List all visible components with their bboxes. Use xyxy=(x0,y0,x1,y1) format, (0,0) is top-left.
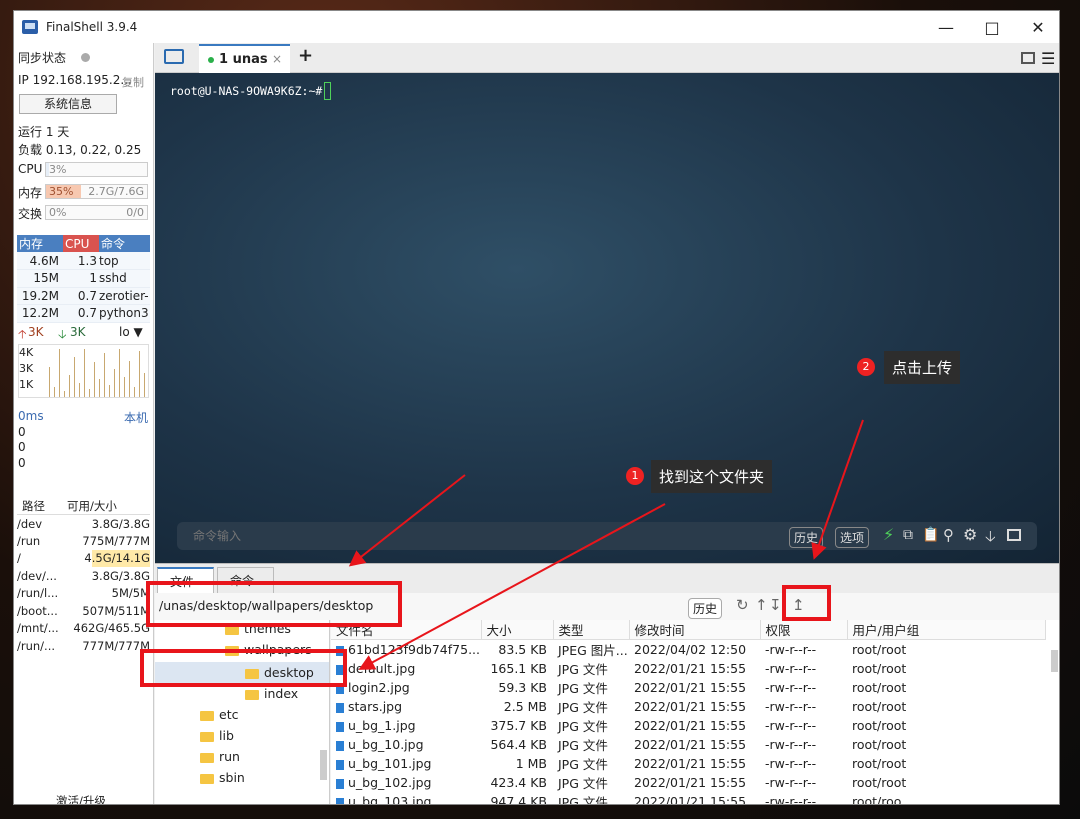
annotation-arrows xyxy=(348,419,864,670)
arrow-to-desktop xyxy=(358,503,666,670)
arrow-to-upload xyxy=(811,419,864,560)
watermark: 值 什么值得买 xyxy=(912,777,1020,797)
arrow-to-path xyxy=(348,474,466,567)
